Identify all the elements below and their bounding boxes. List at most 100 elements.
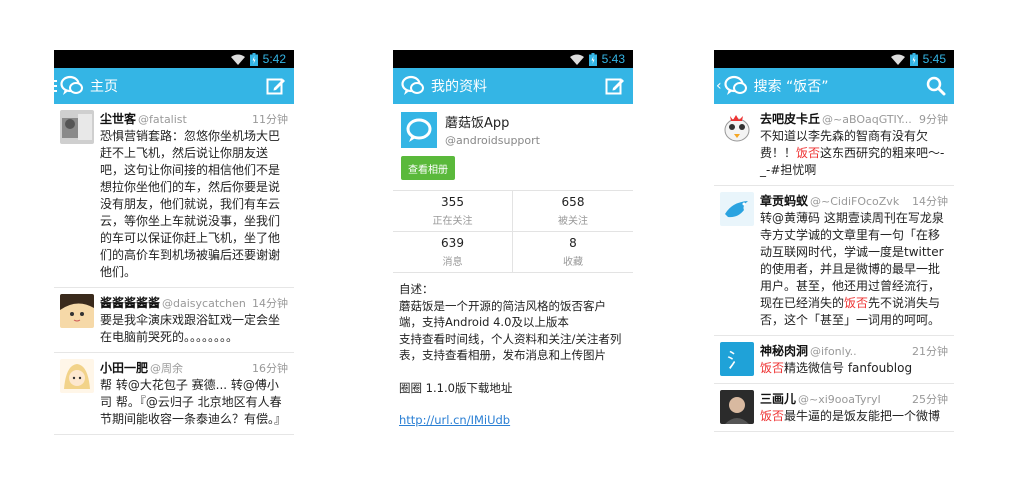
avatar[interactable]: 氵 — [720, 342, 754, 376]
post-time: 16分钟 — [252, 362, 288, 375]
action-bar: ‹ 搜索 “饭否” — [714, 68, 954, 104]
post-text: 转@黄薄码 这期壹读周刊在写龙泉寺方丈学诚的文章里有一句「在移动互联网时代，学诚… — [760, 211, 944, 327]
desc-label: 自述： — [399, 282, 434, 296]
app-logo-icon — [60, 75, 84, 97]
download-link[interactable]: http://url.cn/IMiUdb — [399, 412, 627, 429]
user-name[interactable]: 三画儿 — [760, 390, 796, 407]
desc-line: 蘑菇饭是一个开源的简洁风格的饭否客户端，支持Android 4.0及以上版本 — [399, 298, 606, 330]
post-time: 11分钟 — [252, 113, 288, 126]
post-text: 饭否精选微信号 fanfoublog — [760, 361, 913, 375]
stat-number: 639 — [441, 236, 464, 250]
profile-description: 自述： 蘑菇饭是一个开源的简洁风格的饭否客户端，支持Android 4.0及以上… — [393, 273, 633, 437]
timeline-item[interactable]: 尘世客 @fatalist 11分钟 恐惧营销套路：忽悠你坐机场大巴赶不上飞机，… — [54, 104, 294, 288]
desc-line: 圈圈 1.1.0版下载地址 — [399, 380, 513, 395]
svg-text:氵: 氵 — [727, 348, 747, 372]
user-name[interactable]: 去吧皮卡丘 — [760, 110, 820, 127]
search-keyword-highlight: 饭否 — [844, 296, 869, 310]
search-result-item[interactable]: 氵 神秘肉洞 @ifonly.. 21分钟 饭否精选微信号 fanfoublog — [714, 336, 954, 384]
post-text: 恐惧营销套路：忽悠你坐机场大巴赶不上飞机，然后说让你朋友送吧，这句让你间接的相信… — [100, 129, 281, 279]
avatar[interactable] — [60, 294, 94, 328]
post-time: 14分钟 — [252, 297, 288, 310]
home-up-button[interactable]: 我的资料 — [393, 75, 603, 97]
view-album-button[interactable]: 查看相册 — [401, 156, 455, 180]
search-keyword-highlight: 饭否 — [796, 146, 821, 160]
avatar[interactable] — [60, 110, 94, 144]
post-time: 25分钟 — [912, 393, 948, 406]
stat-label: 被关注 — [558, 216, 588, 227]
back-chevron-icon: ‹ — [716, 78, 722, 94]
post-time: 21分钟 — [912, 345, 948, 358]
profile-header: 蘑菇饭App @androidsupport — [393, 104, 633, 148]
stat-label: 收藏 — [563, 257, 583, 268]
stat-label: 消息 — [442, 257, 463, 268]
stat-label: 正在关注 — [432, 216, 473, 227]
compose-icon[interactable] — [603, 74, 627, 98]
post-text: 帮 转@大花包子 赛德... 转@傅小司 帮。『@云归子 北京地区有人春节期间能… — [100, 378, 287, 426]
battery-icon — [588, 52, 597, 66]
avatar[interactable] — [720, 110, 754, 144]
page-title: 我的资料 — [431, 79, 487, 95]
compose-icon[interactable] — [264, 74, 288, 98]
user-name[interactable]: 小田一肥 — [100, 359, 148, 376]
status-bar: 5:43 — [393, 50, 633, 68]
battery-icon — [909, 52, 918, 66]
action-bar: 主页 — [54, 68, 294, 104]
user-handle: @daisycatchen — [162, 297, 246, 310]
timeline-list: 尘世客 @fatalist 11分钟 恐惧营销套路：忽悠你坐机场大巴赶不上飞机，… — [54, 104, 294, 435]
page-title: 搜索 “饭否” — [753, 79, 829, 95]
stat-number: 8 — [569, 236, 577, 250]
user-handle: @~aBOaqGTIY... — [822, 113, 912, 126]
status-bar: 5:42 — [54, 50, 294, 68]
search-result-item[interactable]: 去吧皮卡丘 @~aBOaqGTIY... 9分钟 不知道以李先森的智商有没有欠费… — [714, 104, 954, 186]
stat-favorites[interactable]: 8 收藏 — [513, 232, 633, 273]
user-handle: @~CidiFOcoZvk — [810, 195, 900, 208]
avatar[interactable] — [60, 359, 94, 393]
search-result-item[interactable]: 三画儿 @~xi9ooaTyryI 25分钟 饭否最牛逼的是饭友能把一个微博 — [714, 384, 954, 432]
desc-line: 支持查看时间线，个人资料和关注/关注者列表，支持查看相册，发布消息和上传图片 — [399, 331, 622, 363]
stat-number: 355 — [441, 195, 464, 209]
status-time: 5:45 — [922, 52, 946, 66]
user-handle: @fatalist — [138, 113, 187, 126]
profile-handle: @androidsupport — [445, 134, 540, 147]
search-icon[interactable] — [924, 74, 948, 98]
user-name[interactable]: 章贡蚂蚁 — [760, 192, 808, 209]
search-keyword-highlight: 饭否 — [760, 409, 785, 423]
page-title: 主页 — [90, 79, 118, 95]
stat-followers[interactable]: 658 被关注 — [513, 191, 633, 232]
stat-messages[interactable]: 639 消息 — [393, 232, 513, 273]
profile-screen: 5:43 我的资料 蘑菇饭App @androidsupport 查看相册 35… — [393, 50, 633, 450]
avatar[interactable] — [720, 390, 754, 424]
search-result-item[interactable]: 章贡蚂蚁 @~CidiFOcoZvk 14分钟 转@黄薄码 这期壹读周刊在写龙泉… — [714, 186, 954, 336]
user-handle: @周余 — [150, 362, 184, 375]
wifi-icon — [569, 54, 584, 65]
drawer-icon — [54, 80, 57, 92]
status-bar: 5:45 — [714, 50, 954, 68]
user-handle: @~xi9ooaTyryI — [798, 393, 881, 406]
avatar[interactable] — [720, 192, 754, 226]
battery-icon — [249, 52, 258, 66]
status-time: 5:42 — [262, 52, 286, 66]
action-bar: 我的资料 — [393, 68, 633, 104]
user-name[interactable]: 尘世客 — [100, 110, 136, 127]
home-up-button[interactable]: 主页 — [54, 75, 264, 97]
profile-avatar[interactable] — [401, 112, 437, 148]
user-name[interactable]: 酱酱酱酱酱 — [100, 294, 160, 311]
post-text: 要是我伞演床戏跟浴缸戏一定会坐在电脑前哭死的。。。。。。。。 — [100, 313, 281, 344]
post-text: 不知道以李先森的智商有没有欠费！！饭否这东西研究的粗来吧～-_-#担忧啊 — [760, 129, 945, 177]
profile-name: 蘑菇饭App — [445, 116, 510, 131]
home-screen: 5:42 主页 尘世客 @fatalist 11分钟 恐惧营销套路：忽悠你坐机场… — [54, 50, 294, 450]
back-up-button[interactable]: ‹ 搜索 “饭否” — [714, 75, 924, 97]
search-results-list: 去吧皮卡丘 @~aBOaqGTIY... 9分钟 不知道以李先森的智商有没有欠费… — [714, 104, 954, 432]
wifi-icon — [230, 54, 245, 65]
stat-following[interactable]: 355 正在关注 — [393, 191, 513, 232]
timeline-item[interactable]: 酱酱酱酱酱 @daisycatchen 14分钟 要是我伞演床戏跟浴缸戏一定会坐… — [54, 288, 294, 353]
post-time: 14分钟 — [912, 195, 948, 208]
timeline-item[interactable]: 小田一肥 @周余 16分钟 帮 转@大花包子 赛德... 转@傅小司 帮。『@云… — [54, 353, 294, 435]
stat-number: 658 — [561, 195, 585, 209]
post-time: 9分钟 — [919, 113, 948, 126]
app-logo-icon — [724, 75, 748, 97]
search-screen: 5:45 ‹ 搜索 “饭否” 去吧皮卡丘 @~aBOaqGTIY... 9分钟 — [714, 50, 954, 450]
user-name[interactable]: 神秘肉洞 — [760, 342, 808, 359]
profile-stats: 355 正在关注 658 被关注 639 消息 8 收藏 — [393, 190, 633, 273]
search-keyword-highlight: 饭否 — [760, 361, 785, 375]
